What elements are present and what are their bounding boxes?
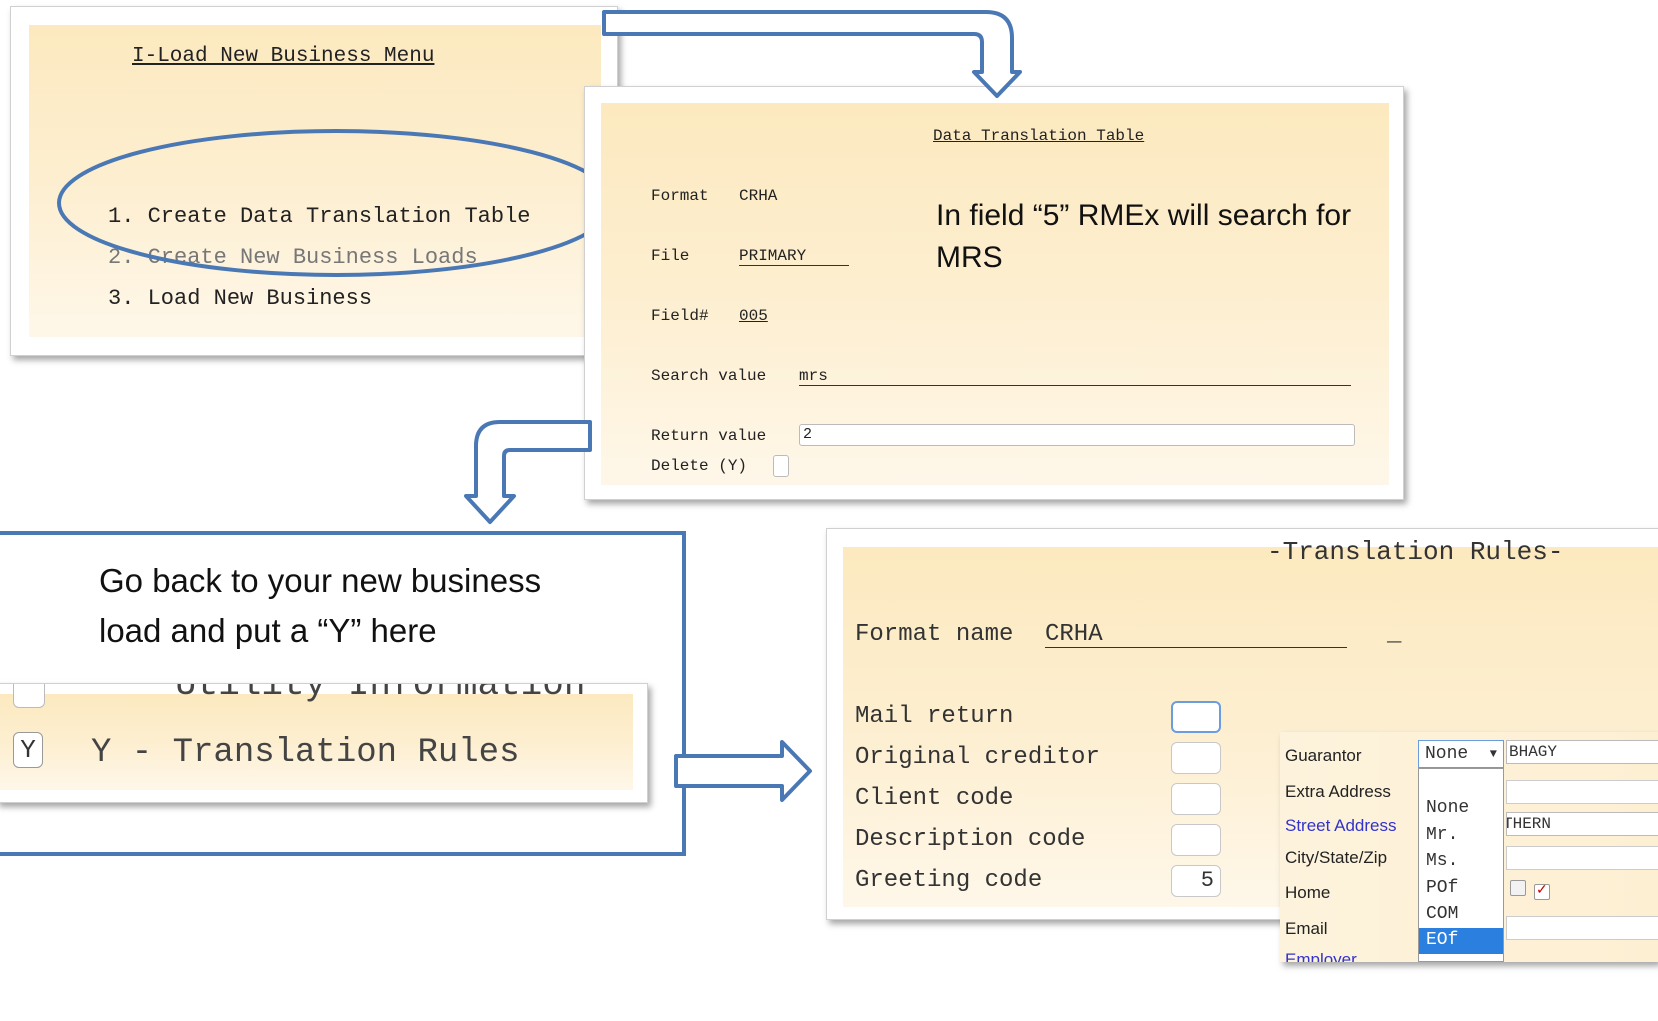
arrow-callout-to-rules: [674, 740, 812, 802]
